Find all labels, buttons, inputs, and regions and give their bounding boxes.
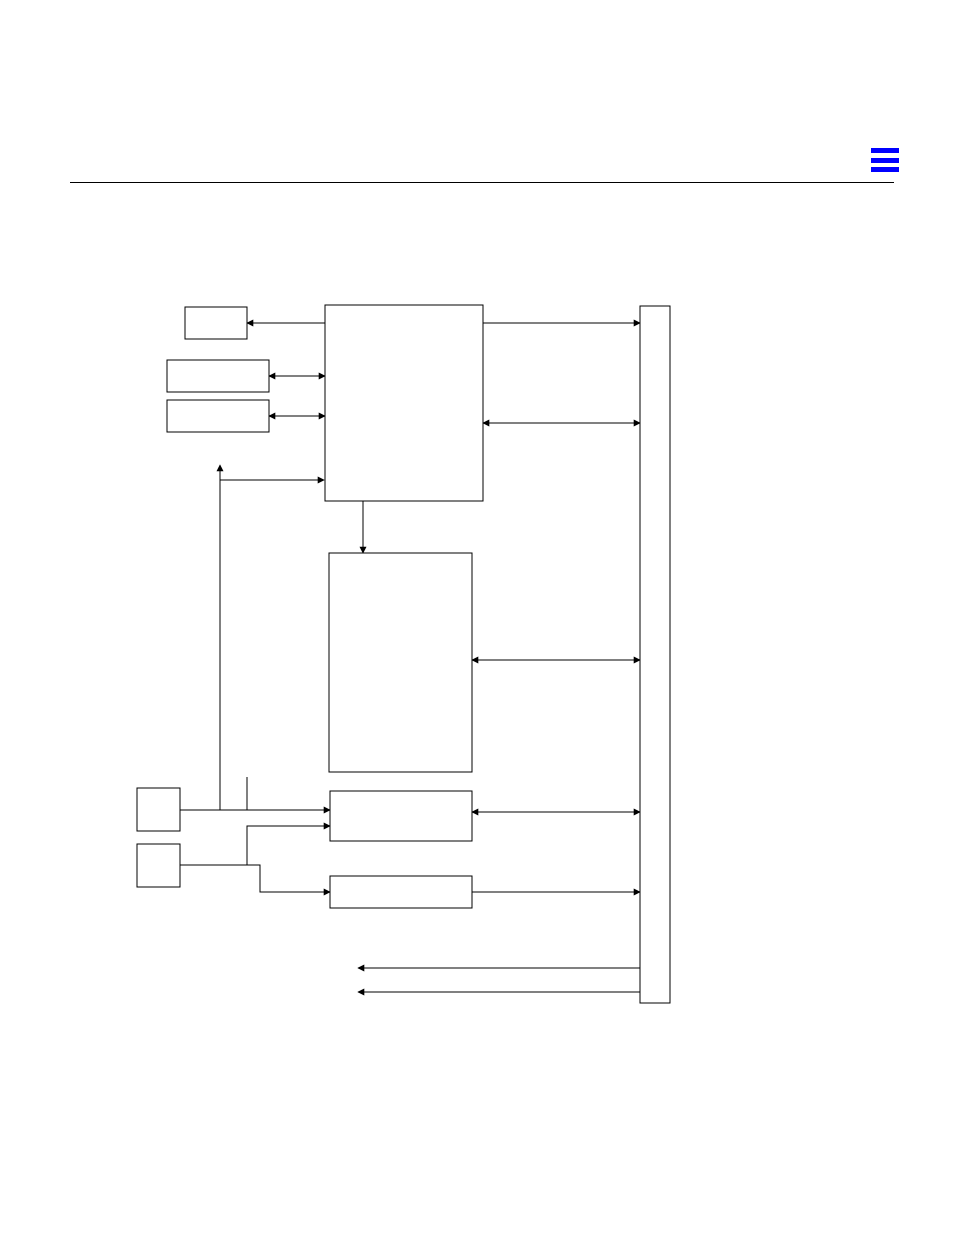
box-right-bar — [640, 306, 670, 1003]
box-top-left-small — [185, 307, 247, 339]
box-left-3 — [137, 788, 180, 831]
box-main-middle — [329, 553, 472, 772]
arrow-box4-to-small1 — [180, 826, 330, 865]
box-left-2 — [167, 400, 269, 432]
box-left-4 — [137, 844, 180, 887]
box-main-top — [325, 305, 483, 501]
box-main-small-1 — [330, 791, 472, 841]
block-diagram — [0, 0, 954, 1235]
box-main-small-2 — [330, 876, 472, 908]
arrow-box4-to-small2 — [180, 865, 330, 892]
box-left-1 — [167, 360, 269, 392]
